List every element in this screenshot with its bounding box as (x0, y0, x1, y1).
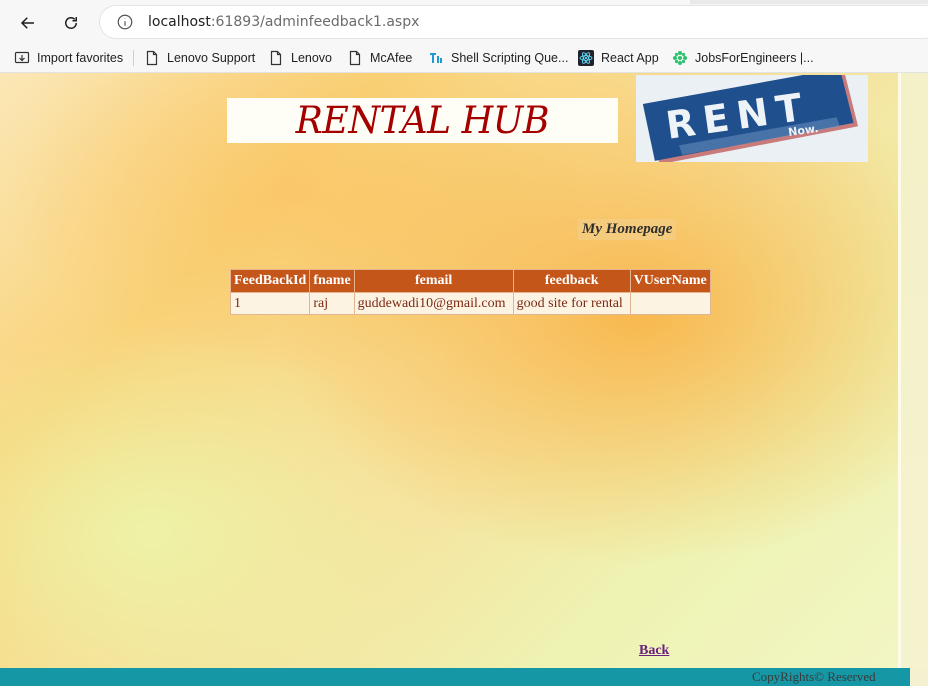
bookmark-import-favorites[interactable]: Import favorites (14, 48, 123, 68)
bookmark-label: JobsForEngineers |... (695, 51, 814, 65)
bookmark-label: React App (601, 51, 659, 65)
my-homepage-link[interactable]: My Homepage (578, 219, 677, 240)
bookmark-mcafee[interactable]: McAfee (347, 48, 412, 68)
address-bar[interactable]: localhost:61893/adminfeedback1.aspx (100, 6, 928, 38)
bookmark-label: Shell Scripting Que... (451, 51, 569, 65)
tutorial-icon (428, 50, 444, 66)
bookmarks-bar: Import favorites Lenovo Support Lenovo M… (0, 44, 928, 73)
refresh-icon[interactable] (58, 10, 84, 36)
browser-toolbar: localhost:61893/adminfeedback1.aspx (0, 0, 928, 44)
table-header-row: FeedBackId fname femail feedback VUserNa… (229, 269, 711, 293)
footer-bar: CopyRights© Reserved (0, 668, 910, 686)
bookmark-lenovo[interactable]: Lenovo (268, 48, 332, 68)
url-host: localhost (148, 14, 211, 30)
back-arrow-icon[interactable] (15, 10, 41, 36)
cell-fname: raj (309, 292, 355, 315)
url-path: :61893/adminfeedback1.aspx (210, 14, 420, 30)
table-row: 1 raj guddewadi10@gmail.com good site fo… (229, 292, 711, 315)
cell-feedback: good site for rental (512, 292, 631, 315)
column-header-feedbackid: FeedBackId (229, 269, 311, 293)
column-header-vusername: VUserName (629, 269, 711, 293)
react-icon (578, 50, 594, 66)
url-text[interactable]: localhost:61893/adminfeedback1.aspx (148, 14, 419, 30)
page-viewport: RENTAL HUB RENT Now. My Homepage FeedBac… (0, 73, 928, 686)
column-header-feedback: feedback (512, 269, 631, 293)
footer-edge (910, 668, 928, 686)
column-header-fname: fname (309, 269, 355, 293)
site-logo-text: RENTAL HUB (295, 99, 550, 142)
column-header-femail: femail (353, 269, 514, 293)
page-icon (268, 50, 284, 66)
copyright-text: CopyRights© Reserved (752, 669, 876, 684)
bookmark-react-app[interactable]: React App (578, 48, 659, 68)
bookmark-shell-scripting[interactable]: Shell Scripting Que... (428, 48, 568, 68)
bookmark-label: Import favorites (37, 51, 124, 65)
page-icon (144, 50, 160, 66)
page-icon (347, 50, 363, 66)
feedback-table: FeedBackId fname femail feedback VUserNa… (229, 269, 711, 315)
cell-vusername (629, 292, 711, 315)
cell-feedbackid: 1 (229, 292, 311, 315)
cell-femail: guddewadi10@gmail.com (353, 292, 514, 315)
import-icon (14, 50, 30, 66)
site-info-icon[interactable] (116, 13, 134, 31)
bookmark-jobsforengineers[interactable]: JobsForEngineers |... (672, 48, 814, 68)
bookmark-label: McAfee (370, 51, 413, 65)
site-logo-banner: RENTAL HUB (227, 98, 618, 143)
bookmark-lenovo-support[interactable]: Lenovo Support (144, 48, 255, 68)
scrollbar-gutter (898, 73, 928, 686)
leaf-icon (672, 50, 688, 66)
bookmark-label: Lenovo Support (167, 51, 256, 65)
tab-strip-edge (0, 0, 928, 4)
rent-now-badge: RENT Now. (636, 75, 868, 162)
back-link[interactable]: Back (639, 643, 669, 659)
bookmark-label: Lenovo (291, 51, 333, 65)
bookmark-separator (133, 50, 134, 66)
